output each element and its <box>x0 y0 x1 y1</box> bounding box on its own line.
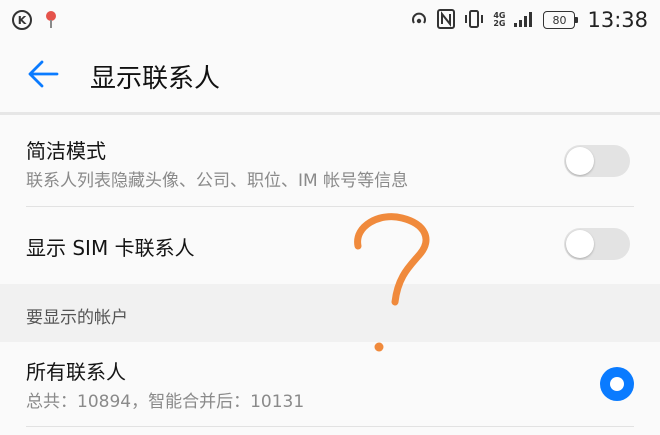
simple-mode-row[interactable]: 简洁模式 联系人列表隐藏头像、公司、职位、IM 帐号等信息 <box>0 115 660 207</box>
signal-bars-icon <box>513 10 535 31</box>
arrow-left-icon <box>26 59 60 93</box>
clock: 13:38 <box>587 8 648 32</box>
all-contacts-title: 所有联系人 <box>26 360 126 384</box>
toggle-knob <box>566 230 594 258</box>
accounts-section-header: 要显示的帐户 <box>0 284 660 342</box>
vibrate-icon <box>463 9 485 32</box>
location-pin-icon <box>44 10 58 30</box>
all-contacts-subtitle: 总共：10894，智能合并后：10131 <box>26 392 305 412</box>
all-contacts-row[interactable]: 所有联系人 总共：10894，智能合并后：10131 <box>0 342 660 435</box>
show-sim-toggle[interactable] <box>564 228 630 260</box>
show-sim-row[interactable]: 显示 SIM 卡联系人 <box>0 207 660 284</box>
network-type-icon: 4G 2G <box>493 12 505 28</box>
k-app-icon: K <box>12 10 32 30</box>
nfc-signal-icon <box>409 9 429 32</box>
simple-mode-subtitle: 联系人列表隐藏头像、公司、职位、IM 帐号等信息 <box>26 171 409 191</box>
battery-indicator: 80 <box>543 11 579 29</box>
app-bar: 显示联系人 <box>0 40 660 112</box>
status-left: K <box>12 10 58 30</box>
radio-selected-dot <box>610 377 624 391</box>
toggle-knob <box>566 147 594 175</box>
row-divider <box>26 426 634 427</box>
simple-mode-toggle[interactable] <box>564 145 630 177</box>
nfc-icon <box>437 8 456 32</box>
back-button[interactable] <box>0 40 90 112</box>
status-right: 4G 2G 80 13:38 <box>409 8 648 32</box>
simple-mode-title: 简洁模式 <box>26 139 106 163</box>
all-contacts-radio[interactable] <box>600 367 634 401</box>
page-title: 显示联系人 <box>90 63 221 94</box>
accounts-section-title: 要显示的帐户 <box>26 308 128 328</box>
network-type-bottom: 2G <box>493 19 506 28</box>
status-bar: K 4G 2G 80 13:38 <box>0 0 660 40</box>
show-sim-title: 显示 SIM 卡联系人 <box>26 236 195 260</box>
